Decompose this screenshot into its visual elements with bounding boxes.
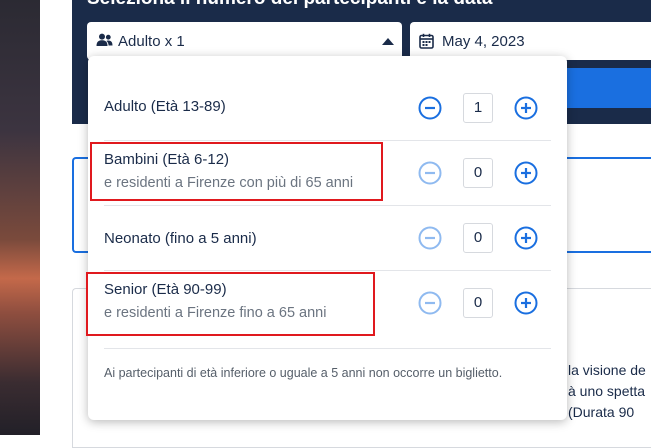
date-value: May 4, 2023: [442, 33, 525, 50]
minus-icon[interactable]: [418, 291, 442, 315]
background-photo: [0, 0, 40, 435]
divider: [104, 348, 551, 349]
caret-up-icon: [382, 38, 394, 45]
plus-icon[interactable]: [514, 291, 538, 315]
quantity-input[interactable]: 0: [463, 158, 493, 188]
minus-icon[interactable]: [418, 226, 442, 250]
minus-icon[interactable]: [418, 96, 442, 120]
participants-select[interactable]: Adulto x 1: [87, 22, 402, 60]
quantity-input[interactable]: 0: [463, 288, 493, 318]
participant-label: Adulto (Età 13-89): [104, 98, 226, 115]
highlight-box-children: [90, 142, 383, 201]
description-line: (Durata 90: [568, 404, 635, 420]
participant-row-adult: Adulto (Età 13-89) 1: [88, 56, 567, 140]
calendar-icon: [419, 33, 434, 54]
participant-label: Neonato (fino a 5 anni): [104, 230, 257, 247]
date-select[interactable]: May 4, 2023: [410, 22, 651, 60]
participants-dropdown: Adulto (Età 13-89) 1 Bambini (Età 6-12) …: [88, 56, 567, 420]
panel-title: Seleziona il numero dei partecipanti e l…: [87, 0, 492, 10]
minus-icon[interactable]: [418, 161, 442, 185]
quantity-input[interactable]: 0: [463, 223, 493, 253]
people-icon: [96, 33, 113, 52]
plus-icon[interactable]: [514, 96, 538, 120]
option-description: la visione de à uno spetta (Durata 90: [568, 360, 651, 423]
quantity-input[interactable]: 1: [463, 93, 493, 123]
infant-ticket-note: Ai partecipanti di età inferiore o ugual…: [104, 366, 503, 380]
highlight-box-senior: [86, 272, 375, 336]
plus-icon[interactable]: [514, 161, 538, 185]
description-line: la visione de: [568, 362, 646, 378]
description-line: à uno spetta: [568, 383, 646, 399]
participant-row-infant: Neonato (fino a 5 anni) 0: [88, 206, 567, 270]
plus-icon[interactable]: [514, 226, 538, 250]
check-availability-button[interactable]: [562, 68, 651, 108]
participants-summary: Adulto x 1: [118, 33, 185, 50]
